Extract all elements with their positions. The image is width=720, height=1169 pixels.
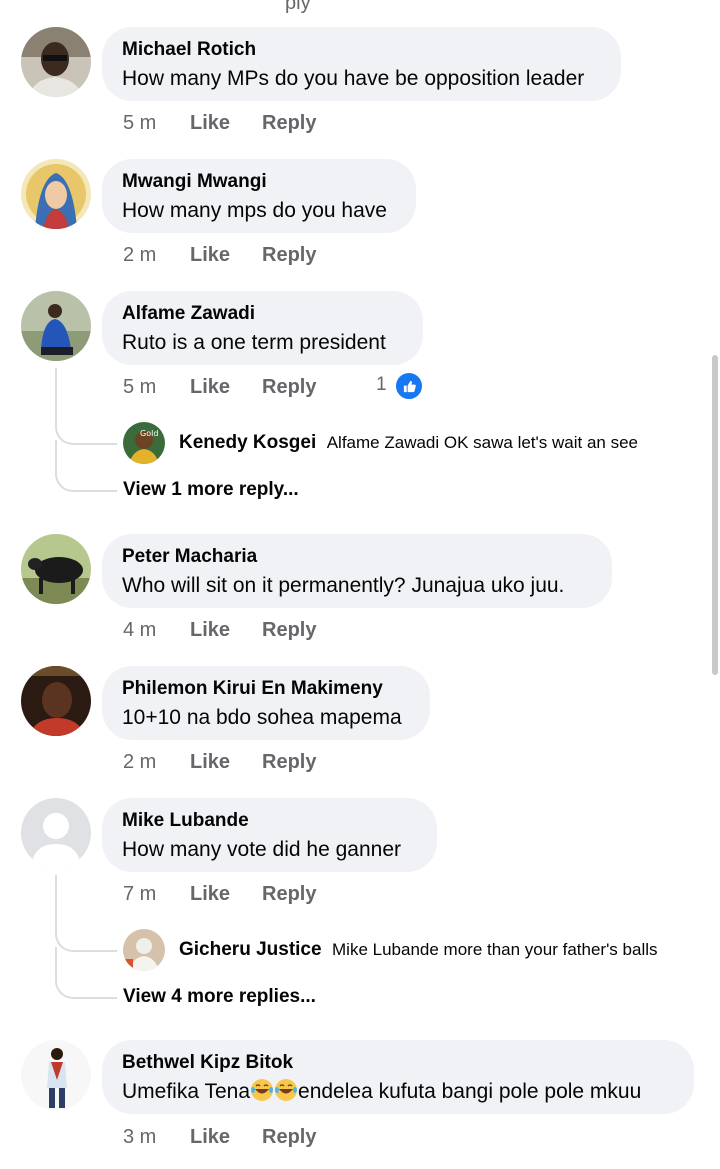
comment-author[interactable]: Mwangi Mwangi: [122, 170, 416, 194]
comment-text: How many vote did he ganner: [122, 838, 401, 861]
avatar[interactable]: [21, 291, 91, 361]
thumbs-up-icon: [394, 371, 424, 401]
profile-photo: [21, 291, 91, 361]
comment-author[interactable]: Peter Macharia: [122, 545, 612, 569]
comment-timestamp: 5 m: [123, 376, 157, 398]
comment-bubble: Philemon Kirui En Makimeny 10+10 na bdo …: [102, 666, 430, 740]
comment-bubble: Alfame Zawadi Ruto is a one term preside…: [102, 291, 423, 365]
like-button[interactable]: Like: [190, 112, 230, 135]
like-button[interactable]: Like: [190, 883, 230, 906]
comment-timestamp: 4 m: [123, 619, 157, 641]
comment-bubble: Bethwel Kipz Bitok Umefika Tena endelea k…: [102, 1040, 694, 1114]
reply-button[interactable]: Reply: [262, 883, 316, 906]
comment-timestamp: 3 m: [123, 1126, 157, 1148]
view-more-replies-link[interactable]: View 1 more reply...: [123, 479, 299, 501]
comment-text: 10+10 na bdo sohea mapema: [122, 706, 402, 729]
comment-text: How many MPs do you have be opposition l…: [122, 67, 585, 90]
avatar-overlay-text: Gold: [140, 429, 158, 438]
comment-actions: 5 m Like Reply: [123, 112, 423, 138]
reply-button[interactable]: Reply: [262, 112, 316, 135]
comment-text-part: endelea kufuta bangi pole pole mkuu: [298, 1080, 642, 1103]
avatar[interactable]: [21, 666, 91, 736]
avatar[interactable]: [21, 534, 91, 604]
profile-photo: [21, 1040, 91, 1110]
comment-bubble: Peter Macharia Who will sit on it perman…: [102, 534, 612, 608]
reply-button[interactable]: Reply: [262, 1126, 316, 1149]
comment-author[interactable]: Bethwel Kipz Bitok: [122, 1051, 694, 1075]
reply-button[interactable]: Reply: [262, 619, 316, 642]
reaction-count[interactable]: 1: [376, 374, 387, 396]
profile-photo: [21, 534, 91, 604]
comment-actions: 4 m Like Reply: [123, 619, 423, 645]
reply-text: Alfame Zawadi OK sawa let's wait an see: [326, 433, 638, 452]
comment-text: How many mps do you have: [122, 199, 387, 222]
reply-author[interactable]: Gicheru Justice: [179, 939, 322, 960]
comment-actions: 2 m Like Reply: [123, 244, 423, 270]
comment-timestamp: 2 m: [123, 751, 157, 773]
reply-avatar[interactable]: Gold: [123, 422, 165, 464]
laughing-tears-emoji-icon: [275, 1079, 298, 1101]
profile-photo: Gold: [123, 422, 165, 464]
reply-text: Mike Lubande more than your father's bal…: [332, 940, 658, 959]
comment-bubble: Michael Rotich How many MPs do you have …: [102, 27, 621, 101]
thread-connector: [55, 947, 117, 999]
thread-connector: [55, 875, 117, 952]
comment-bubble: Mwangi Mwangi How many mps do you have: [102, 159, 416, 233]
like-button[interactable]: Like: [190, 619, 230, 642]
comment-text-part: Umefika Tena: [122, 1080, 251, 1103]
comment-text: Who will sit on it permanently? Junajua …: [122, 574, 565, 597]
reply-avatar[interactable]: [123, 929, 165, 971]
comment-author[interactable]: Philemon Kirui En Makimeny: [122, 677, 430, 701]
comment-timestamp: 5 m: [123, 112, 157, 134]
reply-button[interactable]: Reply: [262, 751, 316, 774]
comment-author[interactable]: Alfame Zawadi: [122, 302, 423, 326]
reply-preview[interactable]: Gicheru Justice Mike Lubande more than y…: [179, 939, 658, 961]
comment-author[interactable]: Mike Lubande: [122, 809, 437, 833]
avatar[interactable]: [21, 798, 91, 868]
comment-timestamp: 2 m: [123, 244, 157, 266]
profile-photo: [21, 666, 91, 736]
comment-actions: 3 m Like Reply: [123, 1126, 423, 1152]
comment-timestamp: 7 m: [123, 883, 157, 905]
avatar[interactable]: [21, 1040, 91, 1110]
like-button[interactable]: Like: [190, 1126, 230, 1149]
laughing-tears-emoji-icon: [251, 1079, 274, 1101]
reply-button[interactable]: Reply: [262, 244, 316, 267]
reply-button[interactable]: Reply: [262, 376, 316, 399]
like-button[interactable]: Like: [190, 244, 230, 267]
view-more-replies-link[interactable]: View 4 more replies...: [123, 986, 316, 1008]
default-avatar-icon: [21, 798, 91, 868]
comment-actions: 2 m Like Reply: [123, 751, 423, 777]
like-button[interactable]: Like: [190, 376, 230, 399]
reply-author[interactable]: Kenedy Kosgei: [179, 432, 316, 453]
avatar[interactable]: [21, 27, 91, 97]
comment-bubble: Mike Lubande How many vote did he ganner: [102, 798, 437, 872]
previous-reply-link-fragment[interactable]: ply: [285, 0, 311, 15]
comment-text: Umefika Tena endelea kufuta bangi pole po…: [122, 1077, 694, 1107]
profile-photo: [21, 27, 91, 97]
profile-photo: [21, 159, 91, 229]
thread-connector: [55, 368, 117, 445]
avatar[interactable]: [21, 159, 91, 229]
comment-text: Ruto is a one term president: [122, 331, 386, 354]
comment-author[interactable]: Michael Rotich: [122, 38, 621, 62]
thread-connector: [55, 440, 117, 492]
scrollbar[interactable]: [712, 355, 718, 675]
like-button[interactable]: Like: [190, 751, 230, 774]
profile-photo: [123, 929, 165, 971]
comment-actions: 7 m Like Reply: [123, 883, 423, 909]
reply-preview[interactable]: Kenedy Kosgei Alfame Zawadi OK sawa let'…: [179, 432, 638, 454]
